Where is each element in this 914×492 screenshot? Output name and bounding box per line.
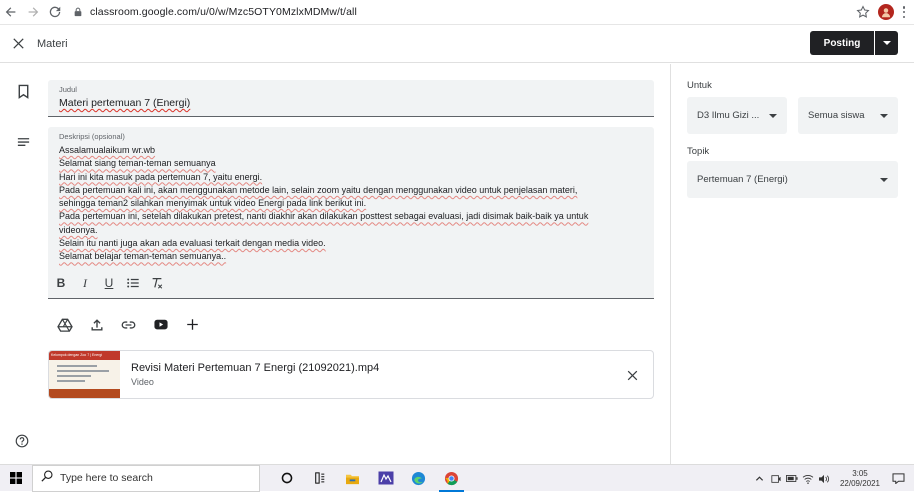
clear-formatting-icon[interactable] bbox=[148, 274, 166, 292]
system-clock[interactable]: 3:05 22/09/2021 bbox=[840, 469, 880, 489]
youtube-icon[interactable] bbox=[150, 314, 171, 335]
chrome-browser-icon[interactable] bbox=[435, 465, 468, 492]
search-icon bbox=[41, 469, 53, 487]
class-select[interactable]: D3 Ilmu Gizi ... bbox=[687, 97, 787, 134]
underline-button[interactable]: U bbox=[100, 274, 118, 292]
bookmark-star-icon[interactable] bbox=[856, 5, 870, 19]
description-icon bbox=[16, 135, 32, 151]
search-placeholder: Type here to search bbox=[60, 472, 153, 484]
description-line: Selamat siang teman-teman semuanya bbox=[59, 158, 216, 169]
reload-icon[interactable] bbox=[44, 1, 66, 23]
title-field[interactable]: Judul Materi pertemuan 7 (Energi) bbox=[48, 80, 654, 117]
back-arrow-icon[interactable] bbox=[0, 1, 22, 23]
chevron-up-icon[interactable] bbox=[754, 472, 766, 486]
page-title: Materi bbox=[37, 37, 68, 50]
thumbnail-header-text: Kelompok dengan Zoo 7 | Energi bbox=[51, 353, 103, 357]
bold-button[interactable]: B bbox=[52, 274, 70, 292]
attachment-card[interactable]: Kelompok dengan Zoo 7 | Energi Revisi Ma… bbox=[48, 350, 654, 399]
post-button-group: Posting bbox=[810, 31, 898, 55]
browser-toolbar: classroom.google.com/u/0/w/Mzc5OTY0MzlxM… bbox=[0, 0, 914, 25]
caret-down-icon bbox=[882, 41, 891, 45]
title-label: Judul bbox=[59, 85, 77, 94]
title-input[interactable]: Materi pertemuan 7 (Energi) bbox=[59, 97, 643, 109]
caret-down-icon bbox=[880, 177, 888, 182]
caret-down-icon bbox=[769, 113, 777, 118]
description-line: sehingga teman2 silahkan menyimak untuk … bbox=[59, 198, 367, 209]
battery-icon[interactable] bbox=[785, 472, 798, 486]
description-text[interactable]: Assalamualaikum wr.wb Selamat siang tema… bbox=[59, 144, 643, 264]
topic-select[interactable]: Pertemuan 7 (Energi) bbox=[687, 161, 898, 198]
attachment-type: Video bbox=[131, 377, 154, 387]
taskbar-search[interactable]: Type here to search bbox=[32, 464, 260, 492]
description-label: Deskripsi (opsional) bbox=[59, 132, 125, 141]
description-line: Pada pertemuan ini, setelah dilakukan pr… bbox=[59, 211, 589, 222]
forward-arrow-icon[interactable] bbox=[22, 1, 44, 23]
description-line: Selamat belajar teman-teman semuanya.. bbox=[59, 251, 227, 262]
attach-toolbar bbox=[54, 314, 203, 335]
upload-icon[interactable] bbox=[86, 314, 107, 335]
students-select[interactable]: Semua siswa bbox=[798, 97, 898, 134]
settings-panel: Untuk D3 Ilmu Gizi ... Semua siswa Topik… bbox=[670, 64, 914, 464]
description-line: videonya. bbox=[59, 224, 98, 235]
add-icon[interactable] bbox=[182, 314, 203, 335]
google-drive-icon[interactable] bbox=[54, 314, 75, 335]
bulleted-list-icon[interactable] bbox=[124, 274, 142, 292]
file-explorer-icon[interactable] bbox=[336, 465, 369, 492]
description-line: Assalamualaikum wr.wb bbox=[59, 145, 156, 155]
volume-icon[interactable] bbox=[818, 472, 830, 486]
format-toolbar: B I U bbox=[52, 274, 166, 292]
post-button[interactable]: Posting bbox=[810, 31, 874, 55]
description-line: Pada pertemuan kali ini, akan menggunaka… bbox=[59, 184, 578, 195]
caret-down-icon bbox=[880, 113, 888, 118]
video-thumbnail: Kelompok dengan Zoo 7 | Energi bbox=[49, 351, 120, 398]
meet-now-icon[interactable] bbox=[770, 472, 782, 486]
topic-select-value: Pertemuan 7 (Energi) bbox=[697, 174, 788, 185]
close-icon[interactable] bbox=[0, 26, 36, 62]
stylus-app-icon[interactable] bbox=[369, 465, 402, 492]
address-bar[interactable]: classroom.google.com/u/0/w/Mzc5OTY0MzlxM… bbox=[72, 2, 856, 22]
class-select-value: D3 Ilmu Gizi ... bbox=[697, 110, 760, 121]
description-field[interactable]: Deskripsi (opsional) Assalamualaikum wr.… bbox=[48, 127, 654, 299]
system-tray: 3:05 22/09/2021 bbox=[754, 465, 914, 492]
attachment-title[interactable]: Revisi Materi Pertemuan 7 Energi (210920… bbox=[131, 362, 379, 374]
wifi-icon[interactable] bbox=[802, 472, 814, 486]
bookmark-icon bbox=[16, 84, 32, 100]
students-select-value: Semua siswa bbox=[808, 110, 865, 121]
lock-icon bbox=[72, 6, 84, 18]
cortana-icon[interactable] bbox=[270, 465, 303, 492]
help-icon[interactable] bbox=[15, 434, 30, 449]
post-options-dropdown[interactable] bbox=[875, 31, 898, 55]
windows-start-icon[interactable] bbox=[0, 465, 32, 492]
url-text: classroom.google.com/u/0/w/Mzc5OTY0MzlxM… bbox=[90, 6, 357, 18]
edge-browser-icon[interactable] bbox=[402, 465, 435, 492]
windows-taskbar: Type here to search 3:05 22/09/2021 bbox=[0, 464, 914, 492]
material-form: Judul Materi pertemuan 7 (Energi) Deskri… bbox=[0, 64, 670, 464]
clock-time: 3:05 bbox=[852, 468, 868, 478]
task-view-icon[interactable] bbox=[303, 465, 336, 492]
description-line: Selain itu nanti juga akan ada evaluasi … bbox=[59, 238, 326, 249]
notification-icon[interactable] bbox=[890, 472, 906, 486]
browser-menu-icon[interactable] bbox=[902, 6, 906, 18]
italic-button[interactable]: I bbox=[76, 274, 94, 292]
link-icon[interactable] bbox=[118, 314, 139, 335]
clock-date: 22/09/2021 bbox=[839, 478, 880, 488]
profile-avatar[interactable] bbox=[878, 4, 894, 20]
for-label: Untuk bbox=[687, 80, 712, 91]
topic-label: Topik bbox=[687, 146, 710, 157]
remove-attachment-icon[interactable] bbox=[623, 366, 641, 384]
app-header: Materi Posting bbox=[0, 25, 914, 63]
description-line: Hari ini kita masuk pada pertemuan 7, ya… bbox=[59, 171, 263, 182]
